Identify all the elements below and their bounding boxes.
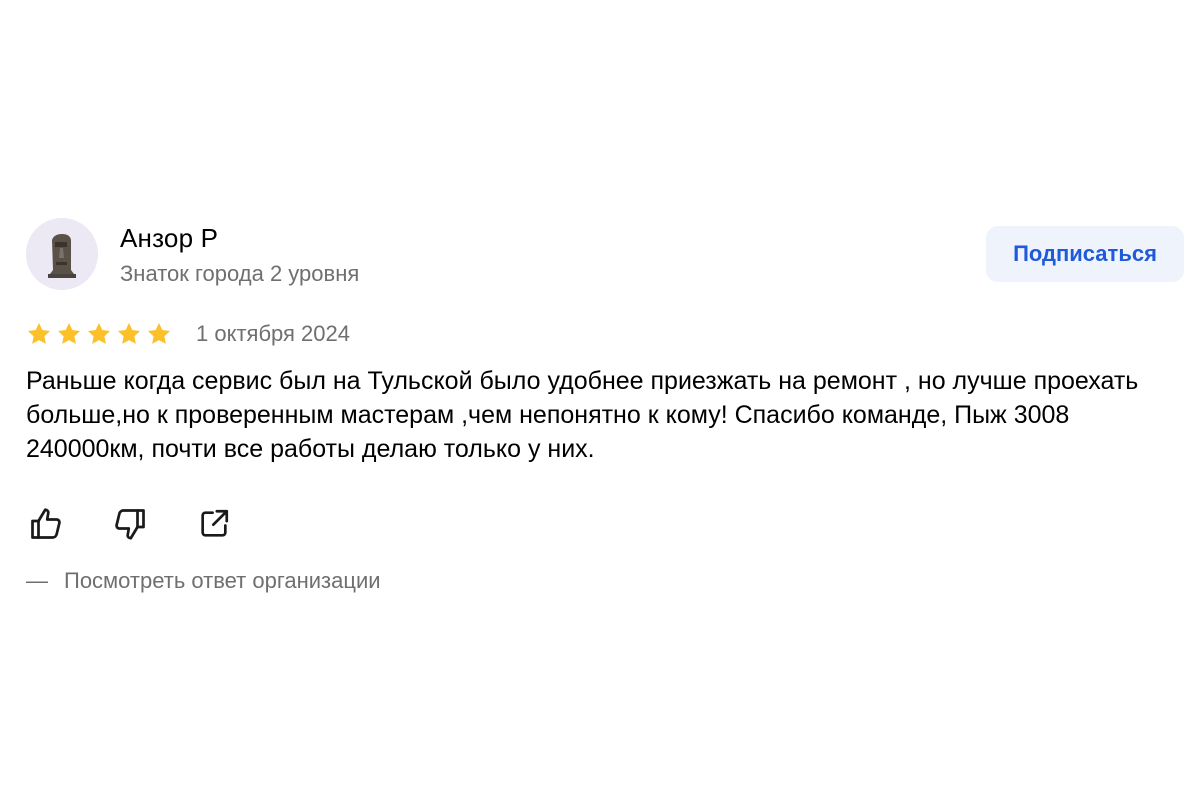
dash: — (26, 568, 48, 593)
share-icon (201, 509, 229, 537)
star-icon (26, 321, 52, 347)
dislike-button[interactable] (110, 504, 150, 544)
view-reply-label: Посмотреть ответ организации (64, 568, 381, 593)
review-header: Анзор Р Знаток города 2 уровня Подписать… (26, 216, 1186, 292)
star-icon (86, 321, 112, 347)
share-button[interactable] (194, 504, 234, 544)
star-icon (116, 321, 142, 347)
view-reply-link[interactable]: — Посмотреть ответ организации (26, 568, 381, 594)
author-level: Знаток города 2 уровня (120, 261, 360, 286)
review-text: Раньше когда сервис был на Тульской было… (26, 367, 1139, 463)
like-button[interactable] (26, 504, 66, 544)
subscribe-button[interactable]: Подписаться (986, 226, 1184, 282)
review-card: Анзор Р Знаток города 2 уровня Подписать… (26, 216, 1186, 593)
moai-statue-icon (26, 218, 98, 290)
review-date: 1 октября 2024 (196, 321, 350, 346)
thumbs-down-icon (115, 509, 145, 540)
star-icon (56, 321, 82, 347)
rating-stars (26, 321, 172, 347)
author-name[interactable]: Анзор Р (120, 222, 218, 254)
review-meta: 1 октября 2024 (26, 318, 350, 350)
avatar[interactable] (26, 218, 98, 290)
review-actions (26, 504, 234, 544)
star-icon (146, 321, 172, 347)
thumbs-up-icon (31, 508, 61, 539)
